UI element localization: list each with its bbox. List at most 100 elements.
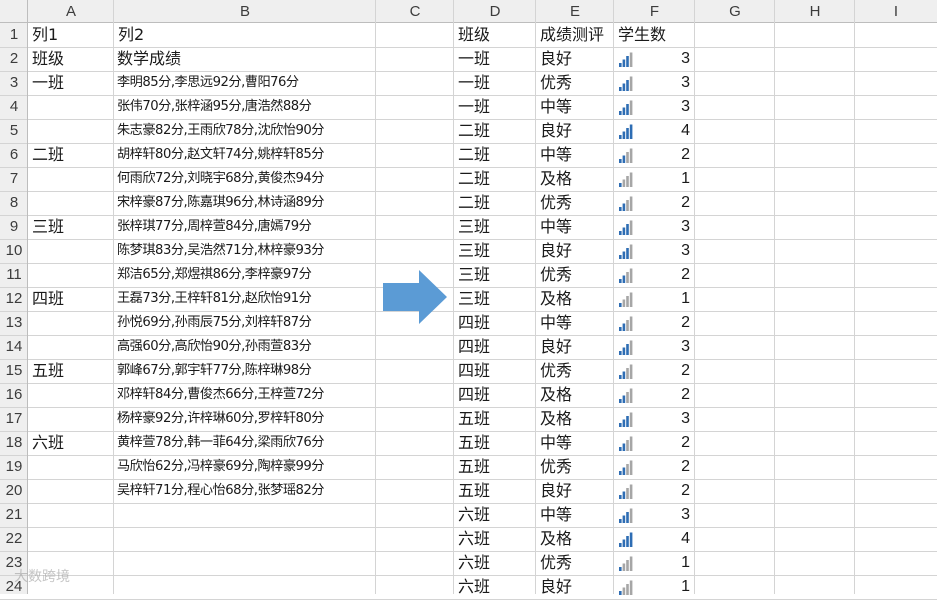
class-cell[interactable]: 二班	[458, 119, 490, 143]
grade-cell[interactable]: 良好	[540, 239, 572, 263]
row-header-20[interactable]: 20	[0, 479, 28, 503]
scores-header-cell[interactable]: 数学成绩	[117, 47, 181, 71]
scores-cell[interactable]: 郭峰67分,郭宇轩77分,陈梓琳98分	[117, 359, 312, 383]
class-cell[interactable]: 五班	[458, 479, 490, 503]
class-cell[interactable]: 三班	[458, 215, 490, 239]
grade-cell[interactable]: 中等	[540, 143, 572, 167]
grade-cell[interactable]: 及格	[540, 527, 572, 551]
scores-cell[interactable]: 高强60分,高欣怡90分,孙雨萱83分	[117, 335, 312, 359]
scores-cell[interactable]: 王磊73分,王梓轩81分,赵欣怡91分	[117, 287, 312, 311]
row-header-22[interactable]: 22	[0, 527, 28, 551]
column-header-d[interactable]: D	[454, 0, 536, 23]
grade-cell[interactable]: 及格	[540, 383, 572, 407]
left-header-cell[interactable]: 列2	[118, 23, 144, 47]
grade-cell[interactable]: 优秀	[540, 263, 572, 287]
row-header-6[interactable]: 6	[0, 143, 28, 167]
row-header-21[interactable]: 21	[0, 503, 28, 527]
class-cell[interactable]: 六班	[32, 431, 64, 455]
column-header-h[interactable]: H	[775, 0, 855, 23]
class-cell[interactable]: 三班	[32, 215, 64, 239]
scores-cell[interactable]: 杨梓豪92分,许梓琳60分,罗梓轩80分	[117, 407, 324, 431]
class-cell[interactable]: 四班	[458, 359, 490, 383]
row-header-1[interactable]: 1	[0, 23, 28, 47]
class-cell[interactable]: 三班	[458, 239, 490, 263]
class-cell[interactable]: 四班	[458, 335, 490, 359]
row-header-14[interactable]: 14	[0, 335, 28, 359]
class-cell[interactable]: 六班	[458, 527, 490, 551]
row-header-13[interactable]: 13	[0, 311, 28, 335]
scores-cell[interactable]: 朱志豪82分,王雨欣78分,沈欣怡90分	[117, 119, 324, 143]
class-cell[interactable]: 二班	[458, 167, 490, 191]
row-header-17[interactable]: 17	[0, 407, 28, 431]
class-cell[interactable]: 二班	[458, 143, 490, 167]
class-cell[interactable]: 二班	[32, 143, 64, 167]
scores-cell[interactable]: 陈梦琪83分,吴浩然71分,林梓豪93分	[117, 239, 324, 263]
class-cell[interactable]: 四班	[32, 287, 64, 311]
grade-cell[interactable]: 良好	[540, 479, 572, 503]
class-cell[interactable]: 六班	[458, 551, 490, 575]
column-header-f[interactable]: F	[614, 0, 695, 23]
column-header-i[interactable]: I	[855, 0, 937, 23]
class-cell[interactable]: 三班	[458, 287, 490, 311]
scores-cell[interactable]: 吴梓轩71分,程心怡68分,张梦瑶82分	[117, 479, 324, 503]
grade-cell[interactable]: 优秀	[540, 551, 572, 575]
grade-cell[interactable]: 优秀	[540, 359, 572, 383]
grade-cell[interactable]: 中等	[540, 215, 572, 239]
row-header-5[interactable]: 5	[0, 119, 28, 143]
class-cell[interactable]: 六班	[458, 575, 490, 599]
row-header-9[interactable]: 9	[0, 215, 28, 239]
class-cell[interactable]: 二班	[458, 191, 490, 215]
scores-cell[interactable]: 何雨欣72分,刘晓宇68分,黄俊杰94分	[117, 167, 324, 191]
grade-cell[interactable]: 良好	[540, 575, 572, 599]
scores-cell[interactable]: 邓梓轩84分,曹俊杰66分,王梓萱72分	[117, 383, 324, 407]
scores-cell[interactable]: 郑洁65分,郑煜祺86分,李梓豪97分	[117, 263, 312, 287]
class-cell[interactable]: 一班	[458, 71, 490, 95]
scores-cell[interactable]: 宋梓豪87分,陈嘉琪96分,林诗涵89分	[117, 191, 324, 215]
row-header-12[interactable]: 12	[0, 287, 28, 311]
class-cell[interactable]: 五班	[458, 407, 490, 431]
class-cell[interactable]: 三班	[458, 263, 490, 287]
class-cell[interactable]: 一班	[32, 71, 64, 95]
row-header-18[interactable]: 18	[0, 431, 28, 455]
grade-cell[interactable]: 中等	[540, 503, 572, 527]
row-header-8[interactable]: 8	[0, 191, 28, 215]
grade-cell[interactable]: 及格	[540, 287, 572, 311]
column-header-e[interactable]: E	[536, 0, 614, 23]
right-header-cell[interactable]: 学生数	[618, 23, 666, 47]
class-cell[interactable]: 六班	[458, 503, 490, 527]
row-header-3[interactable]: 3	[0, 71, 28, 95]
column-header-g[interactable]: G	[695, 0, 775, 23]
column-header-c[interactable]: C	[376, 0, 454, 23]
column-header-b[interactable]: B	[114, 0, 376, 23]
class-cell[interactable]: 班级	[32, 47, 64, 71]
row-header-11[interactable]: 11	[0, 263, 28, 287]
scores-cell[interactable]: 张梓琪77分,周梓萱84分,唐嫣79分	[117, 215, 312, 239]
scores-cell[interactable]: 张伟70分,张梓涵95分,唐浩然88分	[117, 95, 312, 119]
class-cell[interactable]: 一班	[458, 95, 490, 119]
row-header-10[interactable]: 10	[0, 239, 28, 263]
class-cell[interactable]: 四班	[458, 311, 490, 335]
class-cell[interactable]: 五班	[458, 431, 490, 455]
class-cell[interactable]: 四班	[458, 383, 490, 407]
scores-cell[interactable]: 胡梓轩80分,赵文轩74分,姚梓轩85分	[117, 143, 324, 167]
grade-cell[interactable]: 良好	[540, 335, 572, 359]
column-header-a[interactable]: A	[28, 0, 114, 23]
row-header-2[interactable]: 2	[0, 47, 28, 71]
grade-cell[interactable]: 优秀	[540, 455, 572, 479]
grade-cell[interactable]: 良好	[540, 47, 572, 71]
grade-cell[interactable]: 及格	[540, 407, 572, 431]
row-header-7[interactable]: 7	[0, 167, 28, 191]
grade-cell[interactable]: 中等	[540, 95, 572, 119]
scores-cell[interactable]: 黄梓萱78分,韩一菲64分,梁雨欣76分	[117, 431, 324, 455]
grade-cell[interactable]: 及格	[540, 167, 572, 191]
grade-cell[interactable]: 优秀	[540, 191, 572, 215]
grade-cell[interactable]: 中等	[540, 431, 572, 455]
grade-cell[interactable]: 优秀	[540, 71, 572, 95]
left-header-cell[interactable]: 列1	[32, 23, 58, 47]
scores-cell[interactable]: 孙悦69分,孙雨辰75分,刘梓轩87分	[117, 311, 312, 335]
class-cell[interactable]: 五班	[32, 359, 64, 383]
row-header-19[interactable]: 19	[0, 455, 28, 479]
row-header-16[interactable]: 16	[0, 383, 28, 407]
row-header-15[interactable]: 15	[0, 359, 28, 383]
scores-cell[interactable]: 李明85分,李思远92分,曹阳76分	[117, 71, 299, 95]
